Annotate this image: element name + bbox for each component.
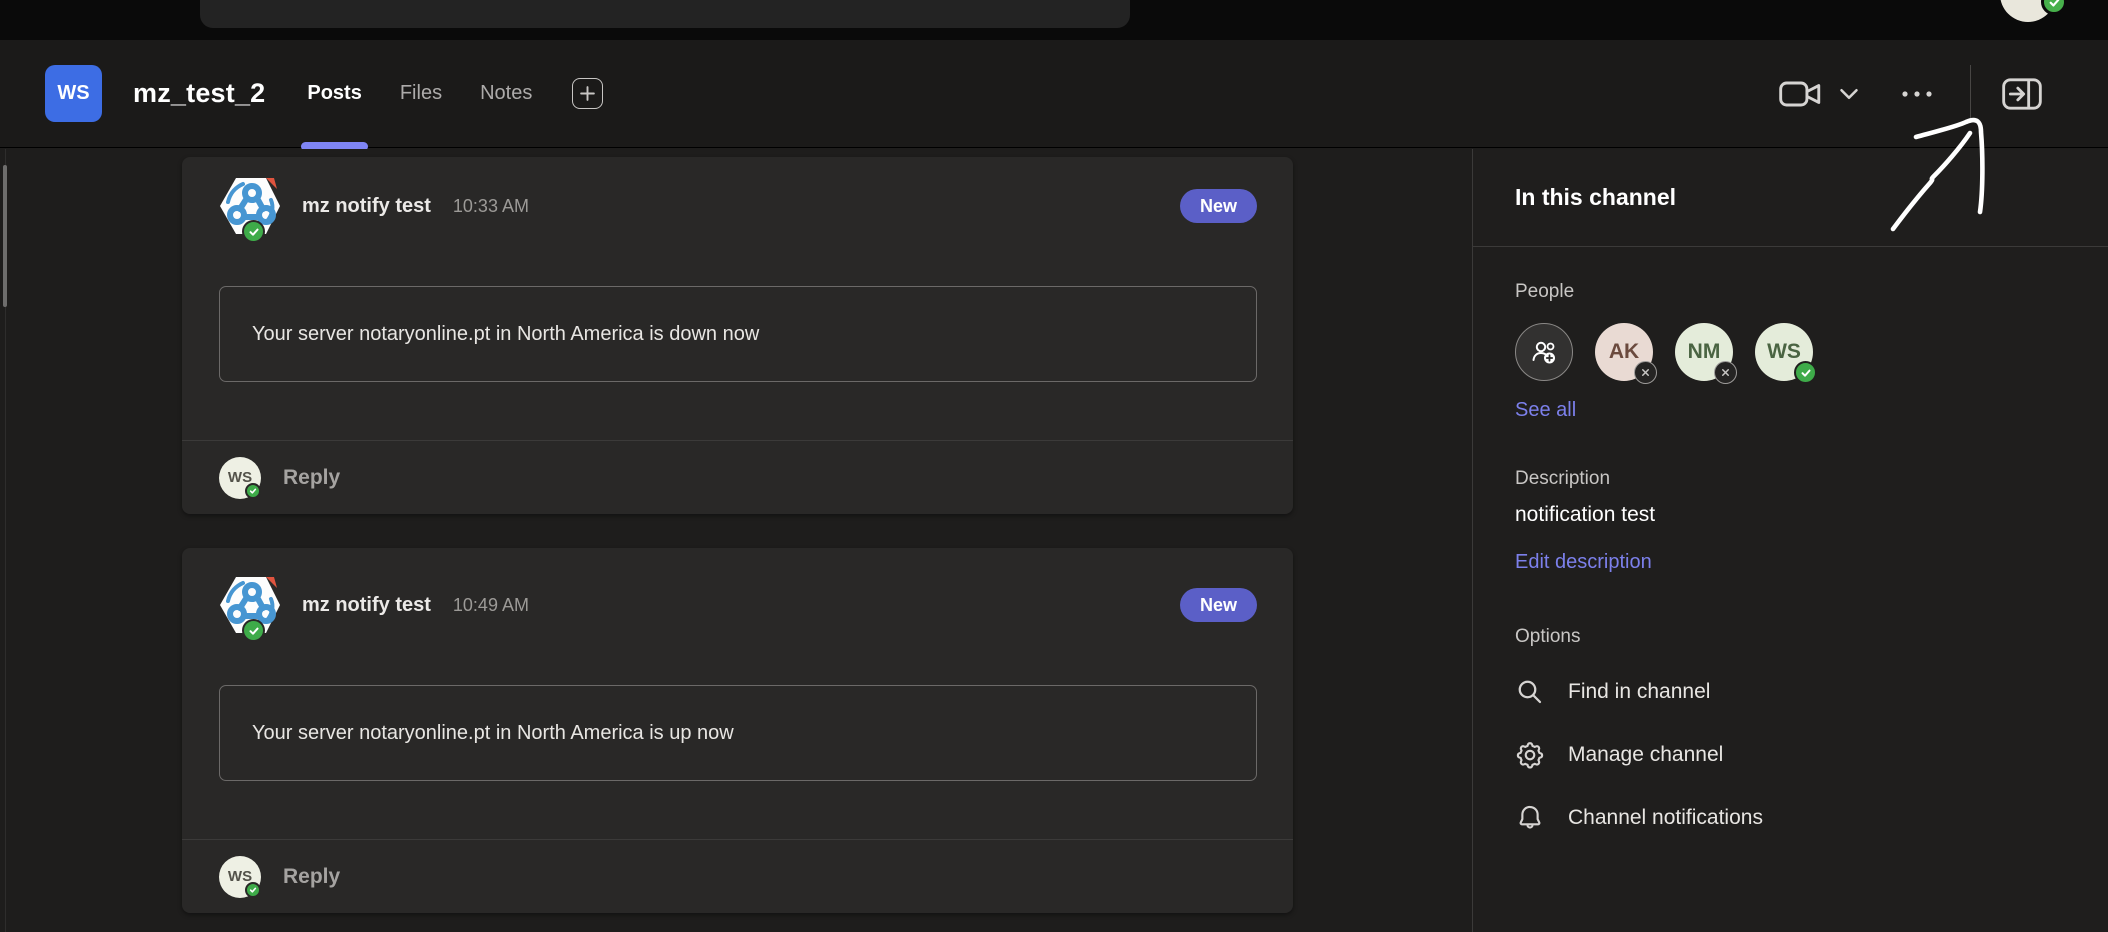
gear-icon <box>1515 740 1545 770</box>
video-camera-icon <box>1779 77 1823 111</box>
tab-files[interactable]: Files <box>400 40 442 147</box>
presence-offline-icon <box>1714 361 1737 384</box>
reply-button[interactable]: WS Reply <box>182 440 1293 514</box>
message-body-card: Your server notaryonline.pt in North Ame… <box>219 286 1257 382</box>
add-tab-button[interactable] <box>572 78 603 109</box>
header-divider <box>1970 65 1971 123</box>
channel-title: mz_test_2 <box>133 78 265 109</box>
open-side-pane-button[interactable] <box>2002 77 2042 111</box>
channel-avatar[interactable]: WS <box>45 65 102 122</box>
new-message-badge: New <box>1180 588 1257 622</box>
see-all-link[interactable]: See all <box>1515 399 1576 422</box>
teams-app-window: WS mz_test_2 Posts Files Notes <box>0 0 2108 932</box>
option-label: Manage channel <box>1568 743 1723 767</box>
chevron-down-icon <box>1837 82 1861 106</box>
options-section-label: Options <box>1515 626 2066 648</box>
presence-available-icon <box>1794 361 1817 384</box>
member-avatar[interactable]: AK <box>1595 323 1653 381</box>
presence-available-icon <box>242 220 265 243</box>
plus-icon <box>579 85 596 102</box>
message-header: mz notify test 10:33 AM New <box>216 172 1257 240</box>
avatar-initials: NM <box>1688 340 1721 364</box>
option-label: Find in channel <box>1568 680 1710 704</box>
more-options-button[interactable] <box>1897 82 1937 106</box>
message-text: Your server notaryonline.pt in North Ame… <box>252 323 759 346</box>
people-section-label: People <box>1515 281 2066 303</box>
main-area: mz notify test 10:33 AM New Your server … <box>0 149 2108 932</box>
member-avatar[interactable]: WS <box>1755 323 1813 381</box>
edit-description-link[interactable]: Edit description <box>1515 551 1652 574</box>
message-body-card: Your server notaryonline.pt in North Ame… <box>219 685 1257 781</box>
scrollbar-thumb[interactable] <box>3 165 7 307</box>
channel-description: notification test <box>1515 503 2066 527</box>
channel-header: WS mz_test_2 Posts Files Notes <box>0 40 2108 148</box>
post-card: mz notify test 10:33 AM New Your server … <box>182 157 1293 514</box>
message-timestamp: 10:49 AM <box>453 595 529 616</box>
message-timestamp: 10:33 AM <box>453 196 529 217</box>
option-label: Channel notifications <box>1568 806 1763 830</box>
bot-avatar[interactable] <box>216 571 284 639</box>
post-card: mz notify test 10:49 AM New Your server … <box>182 548 1293 913</box>
presence-available-icon <box>245 483 261 499</box>
header-actions <box>1779 65 2042 123</box>
title-bar <box>0 0 2108 40</box>
ellipsis-icon <box>1897 82 1937 106</box>
channel-info-panel: In this channel People AK <box>1472 149 2108 932</box>
message-sender: mz notify test <box>302 195 431 218</box>
avatar-initials: WS <box>1767 340 1801 364</box>
new-message-badge: New <box>1180 189 1257 223</box>
message-header: mz notify test 10:49 AM New <box>216 571 1257 639</box>
open-pane-icon <box>2002 77 2042 111</box>
reply-label: Reply <box>283 865 340 889</box>
reply-button[interactable]: WS Reply <box>182 839 1293 913</box>
message-text: Your server notaryonline.pt in North Ame… <box>252 722 734 745</box>
panel-title: In this channel <box>1473 149 2108 247</box>
channel-tabs: Posts Files Notes <box>307 40 532 147</box>
presence-offline-icon <box>1634 361 1657 384</box>
meet-video-button[interactable] <box>1779 77 1823 111</box>
people-avatars: AK NM WS <box>1515 323 2066 381</box>
reply-label: Reply <box>283 466 340 490</box>
add-people-button[interactable] <box>1515 323 1573 381</box>
tab-posts[interactable]: Posts <box>307 40 361 147</box>
meet-dropdown-button[interactable] <box>1837 82 1861 106</box>
bell-icon <box>1515 803 1545 833</box>
tab-notes[interactable]: Notes <box>480 40 532 147</box>
manage-channel-item[interactable]: Manage channel <box>1515 723 2066 786</box>
search-icon <box>1515 677 1545 707</box>
add-person-icon <box>1528 336 1560 368</box>
message-sender: mz notify test <box>302 594 431 617</box>
avatar-initials: AK <box>1609 340 1639 364</box>
posts-feed: mz notify test 10:33 AM New Your server … <box>0 149 1472 932</box>
presence-available-icon <box>242 619 265 642</box>
member-avatar[interactable]: NM <box>1675 323 1733 381</box>
presence-available-icon <box>245 882 261 898</box>
search-input[interactable] <box>200 0 1130 28</box>
description-section-label: Description <box>1515 468 2066 490</box>
bot-avatar[interactable] <box>216 172 284 240</box>
channel-notifications-item[interactable]: Channel notifications <box>1515 786 2066 849</box>
find-in-channel-item[interactable]: Find in channel <box>1515 660 2066 723</box>
options-list: Find in channel Manage channel <box>1515 660 2066 849</box>
